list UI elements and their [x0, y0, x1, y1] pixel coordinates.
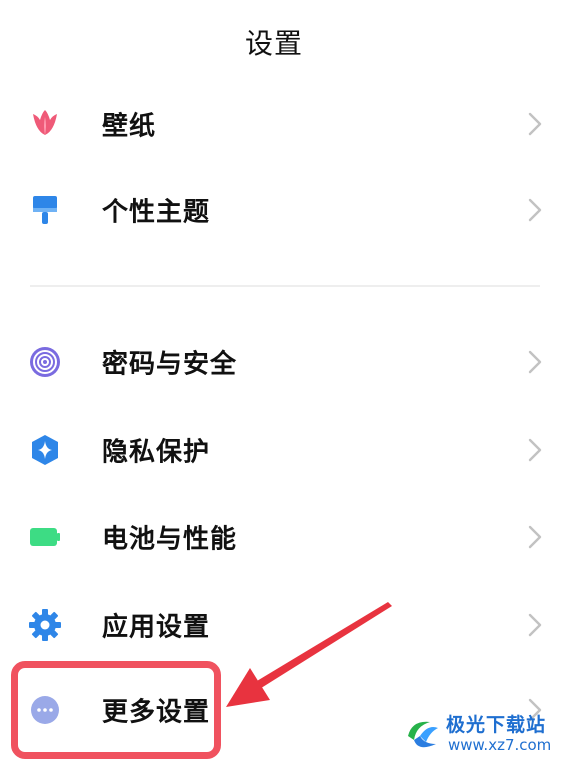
brush-icon [28, 193, 62, 227]
settings-screen: 设置 壁纸 个性主题 密码与安全 隐私保护 电池与性能 应用设置 更多设置 极光… [0, 0, 562, 766]
chevron-right-icon [526, 522, 544, 552]
annotation-highlight-box [11, 661, 221, 759]
settings-item-label: 个性主题 [102, 197, 211, 228]
settings-item-label: 壁纸 [102, 111, 157, 142]
settings-item-wallpaper[interactable]: 壁纸 [0, 86, 562, 162]
chevron-right-icon [526, 195, 544, 225]
settings-item-label: 应用设置 [102, 612, 211, 643]
chevron-right-icon [526, 109, 544, 139]
settings-item-battery-performance[interactable]: 电池与性能 [0, 499, 562, 575]
section-divider [30, 285, 540, 287]
watermark-url: www.xz7.com [448, 736, 552, 754]
chevron-right-icon [526, 435, 544, 465]
settings-item-password-security[interactable]: 密码与安全 [0, 324, 562, 400]
settings-item-label: 隐私保护 [102, 437, 211, 468]
battery-icon [28, 520, 62, 554]
gear-icon [28, 608, 62, 642]
settings-item-label: 密码与安全 [102, 349, 238, 380]
chevron-right-icon [526, 347, 544, 377]
settings-item-label: 电池与性能 [102, 524, 238, 555]
watermark-logo-icon [402, 714, 442, 754]
tulip-icon [28, 107, 62, 141]
watermark: 极光下载站 www.xz7.com [402, 708, 558, 760]
settings-item-app-settings[interactable]: 应用设置 [0, 587, 562, 663]
settings-item-privacy[interactable]: 隐私保护 [0, 412, 562, 488]
fingerprint-icon [28, 345, 62, 379]
watermark-title: 极光下载站 [446, 714, 547, 736]
shield-icon [28, 433, 62, 467]
settings-item-themes[interactable]: 个性主题 [0, 172, 562, 248]
page-title: 设置 [244, 27, 303, 60]
chevron-right-icon [526, 610, 544, 640]
